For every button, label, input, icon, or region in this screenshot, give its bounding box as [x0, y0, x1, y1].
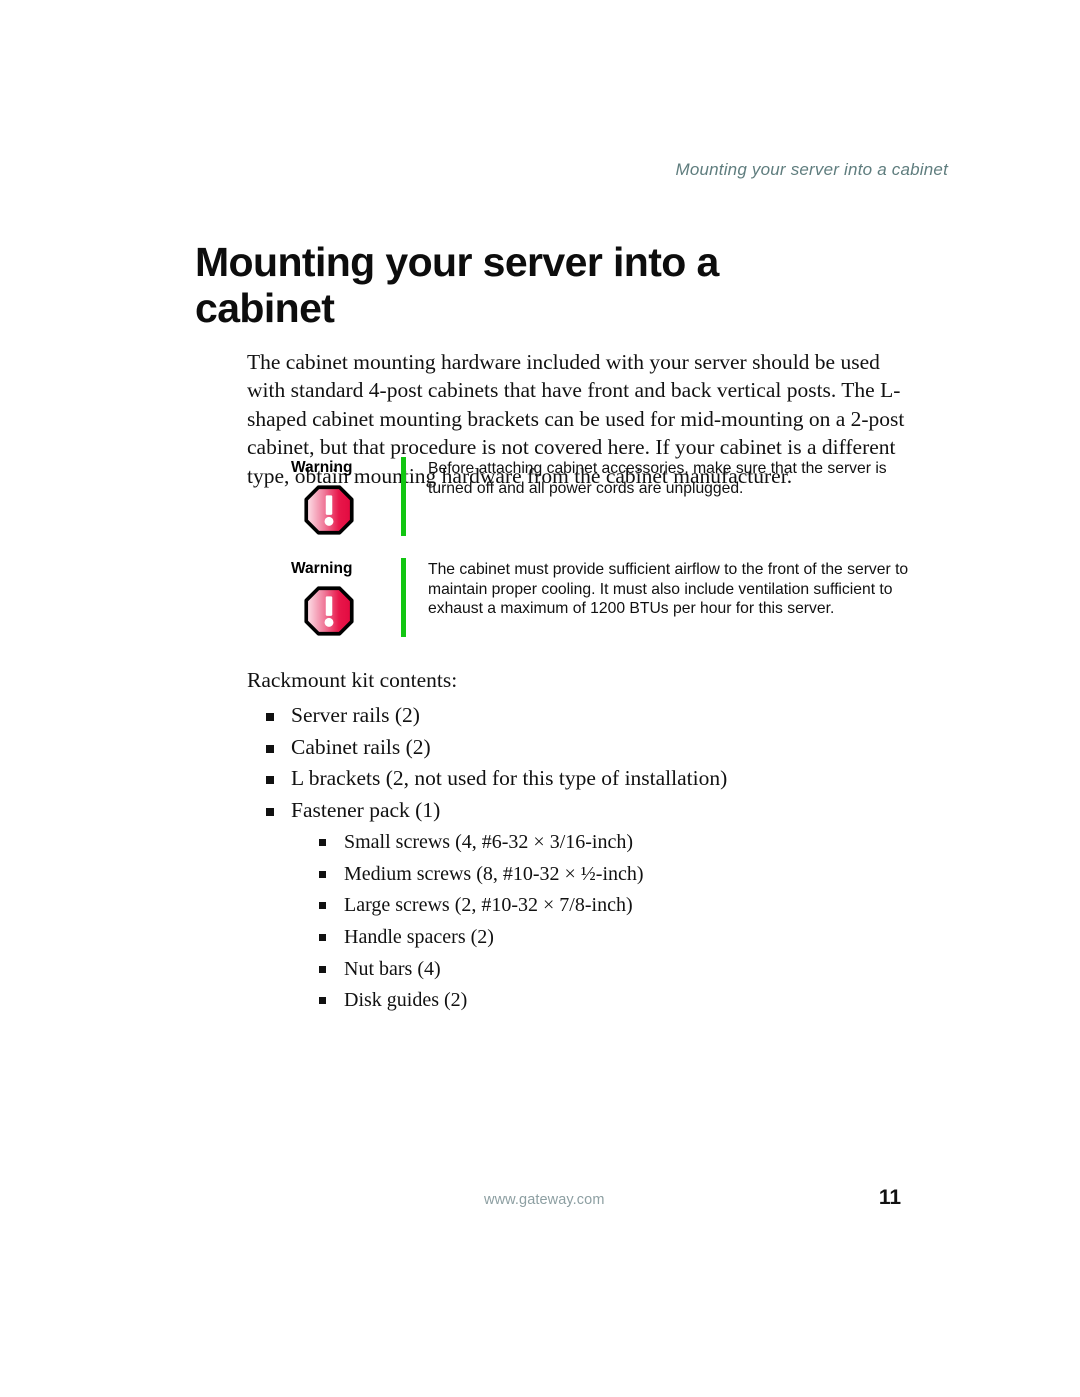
rackmount-kit-list: Server rails (2) Cabinet rails (2) L bra… [247, 700, 927, 1017]
list-item-label: Handle spacers (2) [344, 925, 494, 948]
list-item: Cabinet rails (2) [247, 732, 927, 764]
warning-text: Before attaching cabinet accessories, ma… [428, 460, 887, 497]
footer-page-number: 11 [878, 1186, 902, 1209]
square-bullet-icon [266, 744, 274, 753]
footer-url: www.gateway.com [484, 1192, 605, 1208]
list-item-label: Large screws (2, #10-32 × 7/8-inch) [344, 894, 633, 917]
square-bullet-icon [319, 870, 326, 878]
running-header: Mounting your server into a cabinet [675, 160, 948, 179]
warning-list: Warning Before attaching cabinet accesso… [291, 457, 911, 659]
list-item: Medium screws (8, #10-32 × ½-inch) [300, 859, 927, 891]
square-bullet-icon [266, 713, 274, 721]
list-item-label: Nut bars (4) [344, 957, 441, 980]
list-item-label: Small screws (4, #6-32 × 3/16-inch) [344, 830, 634, 853]
warning-octagon-icon [304, 586, 354, 636]
list-item-label: Medium screws (8, #10-32 × ½-inch) [344, 862, 644, 885]
square-bullet-icon [319, 902, 326, 910]
list-item: Server rails (2) [247, 700, 927, 732]
list-item-label: Fastener pack (1) [291, 798, 441, 823]
warning-left-column: Warning [291, 558, 401, 637]
square-bullet-icon [266, 776, 274, 785]
warning-block: Warning The cabinet must provide suffici… [291, 558, 911, 637]
list-intro-text: Rackmount kit contents: [247, 668, 458, 692]
warning-label: Warning [291, 459, 353, 476]
list-item-label: Server rails (2) [291, 703, 420, 727]
warning-left-column: Warning [291, 457, 401, 536]
list-item: L brackets (2, not used for this type of… [247, 763, 927, 795]
square-bullet-icon [319, 933, 326, 941]
list-item: Small screws (4, #6-32 × 3/16-inch) [300, 827, 927, 859]
list-item: Fastener pack (1) [247, 795, 927, 827]
fastener-pack-sublist: Small screws (4, #6-32 × 3/16-inch) Medi… [300, 827, 927, 1017]
warning-text: The cabinet must provide sufficient airf… [428, 561, 909, 618]
list-item-label: Disk guides (2) [344, 989, 468, 1012]
warning-block: Warning Before attaching cabinet accesso… [291, 457, 911, 536]
warning-label: Warning [291, 560, 353, 577]
list-item: Disk guides (2) [300, 985, 927, 1017]
square-bullet-icon [319, 965, 326, 973]
page-title: Mounting your server into a cabinet [195, 239, 719, 332]
document-page: Mounting your server into a cabinet Moun… [0, 0, 1080, 1397]
warning-accent-rule [401, 558, 406, 637]
square-bullet-icon [319, 997, 326, 1005]
list-item: Handle spacers (2) [300, 922, 927, 954]
square-bullet-icon [266, 808, 274, 817]
list-item: Nut bars (4) [300, 954, 927, 986]
list-item: Large screws (2, #10-32 × 7/8-inch) [300, 890, 927, 922]
list-item-label: Cabinet rails (2) [291, 734, 431, 759]
square-bullet-icon [319, 838, 326, 846]
warning-octagon-icon [304, 485, 354, 535]
list-item-label: L brackets (2, not used for this type of… [291, 766, 728, 791]
warning-accent-rule [401, 457, 406, 536]
